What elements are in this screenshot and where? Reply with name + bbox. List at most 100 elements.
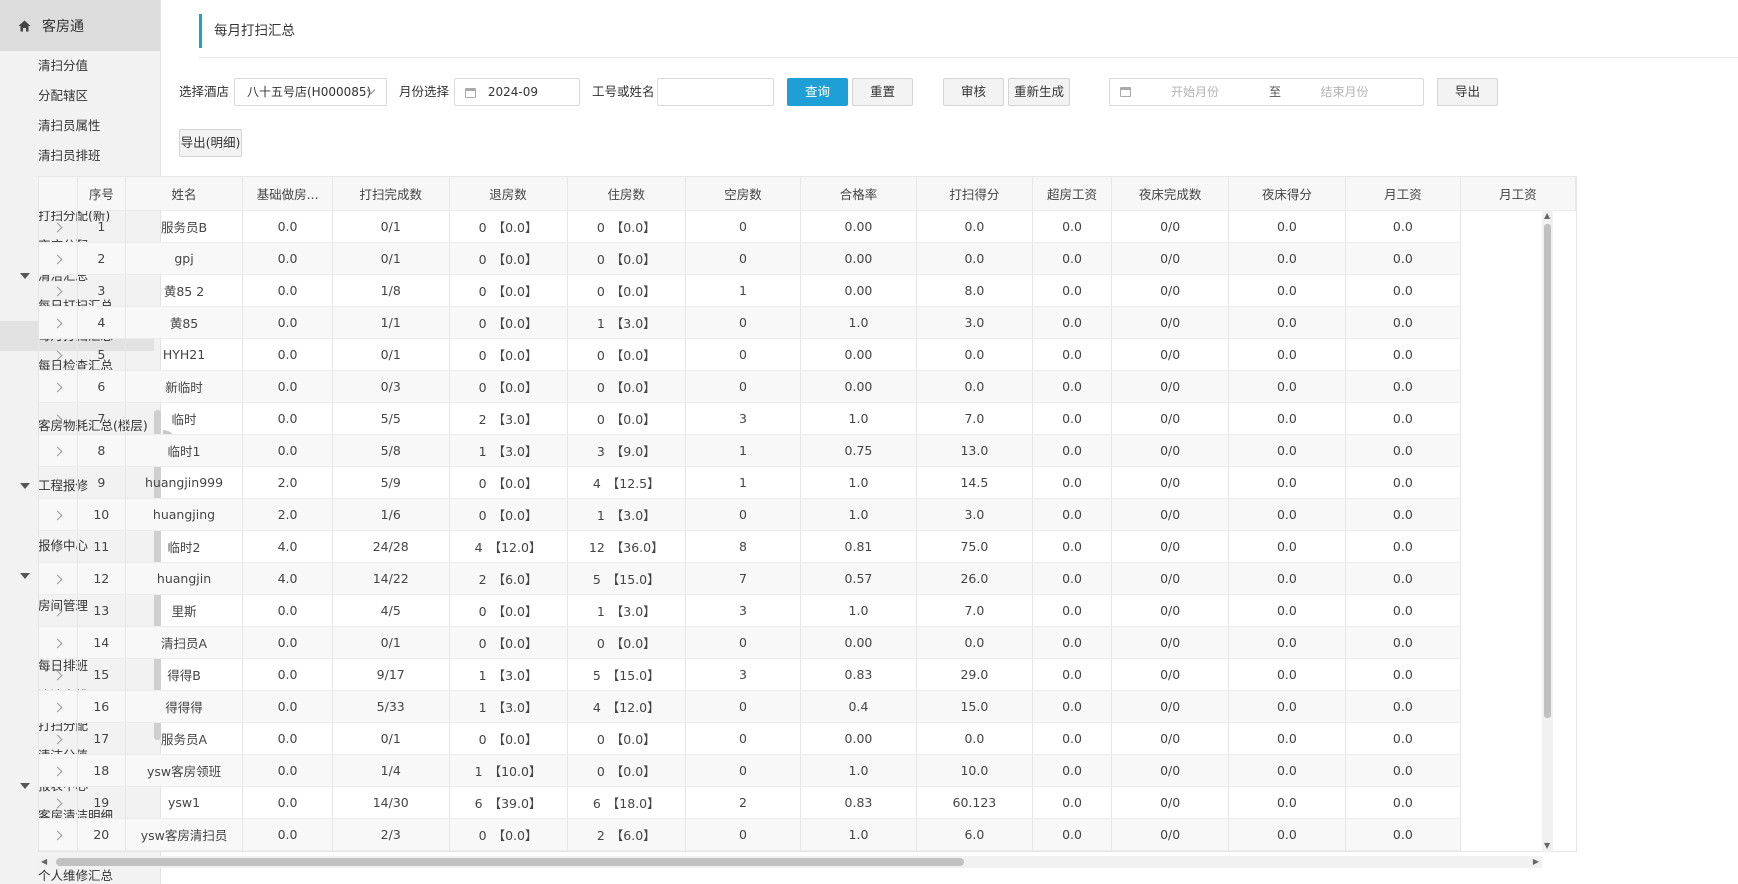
column-header[interactable]: 打扫得分: [916, 177, 1033, 211]
expand-cell[interactable]: [39, 498, 78, 531]
table-row[interactable]: 1 服务员B 0.0 0/1 0 【0.0】 0 【0.0】 0 0.00 0.0 0.0 0/0 0.0…: [39, 210, 1576, 243]
table-row[interactable]: 20 ysw客房清扫员 0.0 2/3 0 【0.0】 2 【6.0】 0 1.0 6.0 0.0 0/…: [39, 818, 1576, 851]
table-row[interactable]: 7 临时 0.0 5/5 2 【3.0】 0 【0.0】 3 1.0 7.0 0.0 0/0 0.0 0.0: [39, 402, 1576, 435]
expand-cell[interactable]: [39, 786, 78, 819]
table-row[interactable]: 9 huangjin999 2.0 5/9 0 【0.0】 4 【12.5】 1 1.0 14.5 0…: [39, 466, 1576, 499]
expand-cell[interactable]: [39, 562, 78, 595]
column-header[interactable]: 姓名: [125, 177, 244, 211]
chevron-right-icon[interactable]: [52, 606, 63, 616]
expand-cell[interactable]: [39, 402, 78, 435]
sidebar-item[interactable]: 清扫员排班: [0, 141, 160, 171]
expand-cell[interactable]: [39, 210, 78, 243]
column-header[interactable]: 序号: [77, 177, 126, 211]
table-row[interactable]: 17 服务员A 0.0 0/1 0 【0.0】 0 【0.0】 0 0.00 0.0 0.0 0/0 0.…: [39, 722, 1576, 755]
expand-cell[interactable]: [39, 818, 78, 851]
chevron-right-icon[interactable]: [52, 286, 63, 296]
chevron-right-icon[interactable]: [52, 830, 63, 840]
table-row[interactable]: 3 黄85 2 0.0 1/8 0 【0.0】 0 【0.0】 1 0.00 8.0 0.0 0/0 0.…: [39, 274, 1576, 307]
expand-cell[interactable]: [39, 466, 78, 499]
hotel-select[interactable]: 八十五号店(H000085): [234, 78, 387, 106]
table-row[interactable]: 5 HYH21 0.0 0/1 0 【0.0】 0 【0.0】 0 0.00 0.0 0.0 0/0 0.…: [39, 338, 1576, 371]
horizontal-scroll-thumb[interactable]: [56, 858, 964, 866]
table-horizontal-scrollbar[interactable]: ◀ ▶: [38, 856, 1542, 868]
table-row[interactable]: 15 得得B 0.0 9/17 1 【3.0】 5 【15.0】 3 0.83 29.0 0.0 0/0…: [39, 658, 1576, 691]
sidebar-item[interactable]: 分配辖区: [0, 81, 160, 111]
export-detail-button[interactable]: 导出(明细): [179, 129, 242, 157]
expand-cell[interactable]: [39, 370, 78, 403]
chevron-right-icon[interactable]: [52, 254, 63, 264]
expand-cell[interactable]: [39, 306, 78, 339]
chevron-right-icon[interactable]: [52, 478, 63, 488]
query-button[interactable]: 查询: [787, 78, 848, 106]
scroll-down-icon[interactable]: ▼: [1544, 840, 1550, 852]
table-row[interactable]: 8 临时1 0.0 5/8 1 【3.0】 3 【9.0】 1 0.75 13.0 0.0 0/0 0.0…: [39, 434, 1576, 467]
vertical-scroll-thumb[interactable]: [1544, 224, 1551, 718]
chevron-right-icon[interactable]: [52, 318, 63, 328]
table-row[interactable]: 10 huangjing 2.0 1/6 0 【0.0】 1 【3.0】 0 1.0 3.0 0.0 0…: [39, 498, 1576, 531]
table-row[interactable]: 13 里斯 0.0 4/5 0 【0.0】 1 【3.0】 3 1.0 7.0 0.0 0/0 0.0 0.…: [39, 594, 1576, 627]
column-header[interactable]: 打扫完成数: [332, 177, 450, 211]
sidebar-item[interactable]: 清扫员属性: [0, 111, 160, 141]
column-header[interactable]: 月工资: [1345, 177, 1461, 211]
scroll-left-icon[interactable]: ◀: [41, 856, 47, 868]
chevron-right-icon[interactable]: [52, 702, 63, 712]
reset-button[interactable]: 重置: [852, 78, 913, 106]
export-button[interactable]: 导出: [1437, 78, 1498, 106]
expand-cell[interactable]: [39, 274, 78, 307]
staff-input[interactable]: [657, 78, 774, 106]
end-month-input[interactable]: 结束月份: [1282, 79, 1407, 105]
month-picker[interactable]: 2024-09: [454, 78, 580, 106]
chevron-right-icon[interactable]: [52, 414, 63, 424]
expand-cell[interactable]: [39, 754, 78, 787]
brand-home[interactable]: 客房通: [0, 0, 160, 51]
chevron-right-icon[interactable]: [52, 766, 63, 776]
table-vertical-scrollbar[interactable]: ▲ ▼: [1542, 210, 1553, 852]
column-header[interactable]: 退房数: [449, 177, 568, 211]
table-row[interactable]: 4 黄85 0.0 1/1 0 【0.0】 1 【3.0】 0 1.0 3.0 0.0 0/0 0.0 0.…: [39, 306, 1576, 339]
chevron-right-icon[interactable]: [52, 446, 63, 456]
expand-cell[interactable]: [39, 434, 78, 467]
column-header[interactable]: 合格率: [800, 177, 917, 211]
chevron-right-icon[interactable]: [52, 670, 63, 680]
table-row[interactable]: 12 huangjin 4.0 14/22 2 【6.0】 5 【15.0】 7 0.57 26.0…: [39, 562, 1576, 595]
expand-cell[interactable]: [39, 658, 78, 691]
chevron-right-icon[interactable]: [52, 638, 63, 648]
month-range-picker[interactable]: 开始月份 至 结束月份: [1109, 78, 1424, 106]
table-row[interactable]: 19 ysw1 0.0 14/30 6 【39.0】 6 【18.0】 2 0.83 60.123 0…: [39, 786, 1576, 819]
chevron-right-icon[interactable]: [52, 510, 63, 520]
column-header[interactable]: 基础做房...: [242, 177, 333, 211]
chevron-right-icon[interactable]: [52, 734, 63, 744]
column-header[interactable]: 月工资: [1460, 177, 1576, 211]
regenerate-button[interactable]: 重新生成: [1008, 78, 1070, 106]
expand-cell[interactable]: [39, 690, 78, 723]
scroll-up-icon[interactable]: ▲: [1544, 210, 1550, 222]
column-header[interactable]: 夜床完成数: [1111, 177, 1230, 211]
start-month-input[interactable]: 开始月份: [1110, 79, 1280, 105]
chevron-right-icon[interactable]: [52, 574, 63, 584]
expand-cell[interactable]: [39, 242, 78, 275]
column-header[interactable]: 夜床得分: [1228, 177, 1346, 211]
chevron-right-icon[interactable]: [52, 542, 63, 552]
chevron-right-icon[interactable]: [52, 222, 63, 232]
expand-cell[interactable]: [39, 594, 78, 627]
column-header[interactable]: 住房数: [567, 177, 686, 211]
scroll-right-icon[interactable]: ▶: [1533, 856, 1539, 868]
table-row[interactable]: 2 gpj 0.0 0/1 0 【0.0】 0 【0.0】 0 0.00 0.0 0.0 0/0 0.0 0…: [39, 242, 1576, 275]
table-row[interactable]: 18 ysw客房领班 0.0 1/4 1 【10.0】 0 【0.0】 0 1.0 10.0 0.0 0…: [39, 754, 1576, 787]
table-row[interactable]: 16 得得得 0.0 5/33 1 【3.0】 4 【12.0】 0 0.4 15.0 0.0 0/0 0…: [39, 690, 1576, 723]
cell-text: 14/22: [372, 570, 409, 586]
expand-cell[interactable]: [39, 530, 78, 563]
expand-cell[interactable]: [39, 338, 78, 371]
table-row[interactable]: 6 新临时 0.0 0/3 0 【0.0】 0 【0.0】 0 0.00 0.0 0.0 0/0 0.0 0…: [39, 370, 1576, 403]
audit-button[interactable]: 审核: [943, 78, 1004, 106]
table-row[interactable]: 11 临时2 4.0 24/28 4 【12.0】 12 【36.0】 8 0.81 75.0 0.0…: [39, 530, 1576, 563]
expand-cell[interactable]: [39, 722, 78, 755]
column-header[interactable]: 超房工资: [1032, 177, 1113, 211]
chevron-right-icon[interactable]: [52, 382, 63, 392]
column-header[interactable]: 空房数: [685, 177, 802, 211]
expand-cell[interactable]: [39, 626, 78, 659]
sidebar-item[interactable]: 清扫分值: [0, 51, 160, 81]
chevron-right-icon[interactable]: [52, 350, 63, 360]
chevron-right-icon[interactable]: [52, 798, 63, 808]
table-row[interactable]: 14 清扫员A 0.0 0/1 0 【0.0】 0 【0.0】 0 0.00 0.0 0.0 0/0 0.…: [39, 626, 1576, 659]
